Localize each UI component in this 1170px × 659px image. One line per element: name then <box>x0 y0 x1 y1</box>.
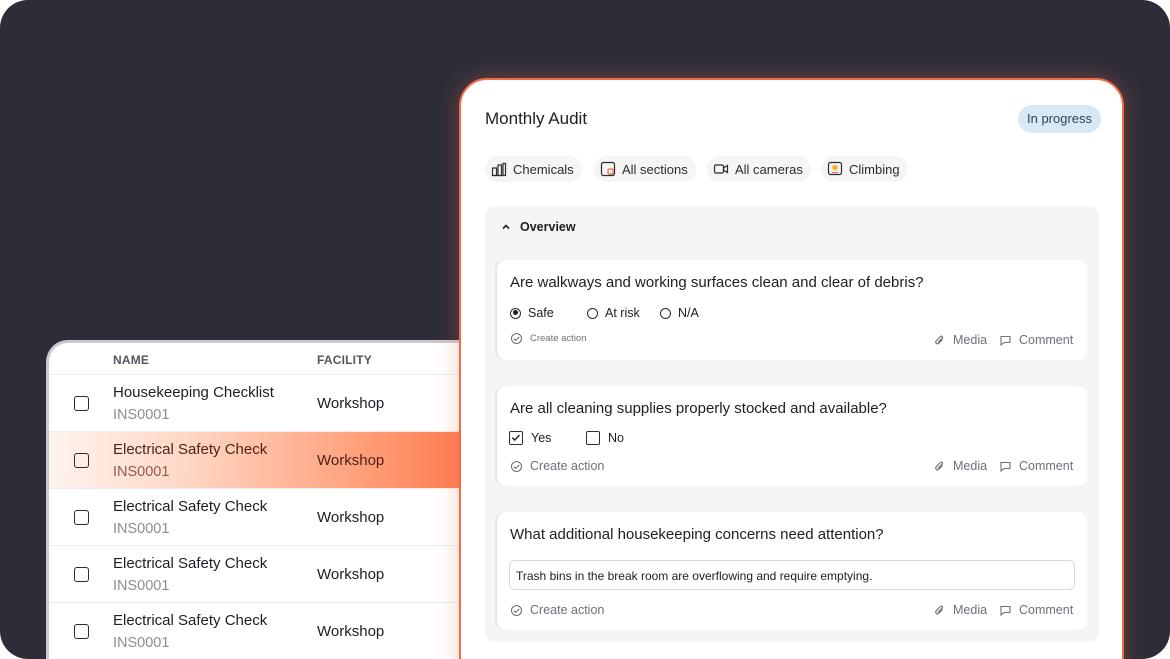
section-title: Overview <box>520 220 576 234</box>
create-action-label: Create action <box>530 459 605 473</box>
radio-safe[interactable]: Safe <box>510 306 554 320</box>
row-checkbox[interactable] <box>74 396 89 411</box>
checkbox[interactable] <box>509 431 523 445</box>
row-checkbox[interactable] <box>74 567 89 582</box>
media-label: Media <box>953 459 988 473</box>
create-action-button[interactable]: Create action <box>510 459 604 473</box>
chevron-up-icon <box>502 224 510 230</box>
question-card: Are all cleaning supplies properly stock… <box>497 386 1087 486</box>
overview-section: Overview Are walkways and working surfac… <box>485 206 1099 642</box>
option-label: Safe <box>528 306 554 320</box>
table-row[interactable]: Housekeeping Checklist INS0001 Workshop <box>49 375 506 432</box>
row-name: Electrical Safety Check <box>113 612 268 629</box>
table-row[interactable]: Electrical Safety Check INS0001 Workshop <box>49 489 506 546</box>
create-action-button[interactable]: Create action <box>510 332 587 345</box>
table-row-selected[interactable]: Electrical Safety Check INS0001 Workshop <box>49 432 506 489</box>
radio-button[interactable] <box>510 307 521 319</box>
inspections-table: NAME FACILITY Housekeeping Checklist INS… <box>46 340 506 659</box>
question-text: Are all cleaning supplies properly stock… <box>510 400 887 417</box>
option-label: Yes <box>531 431 552 445</box>
radio-na[interactable]: N/A <box>660 306 699 320</box>
row-name: Electrical Safety Check <box>113 441 268 458</box>
media-button[interactable]: Media <box>933 333 987 347</box>
row-checkbox[interactable] <box>74 453 89 468</box>
filter-chip-all-cameras[interactable]: All cameras <box>707 156 811 182</box>
checkbox-no[interactable]: No <box>586 431 624 445</box>
row-facility: Workshop <box>317 452 385 469</box>
question-card: Are walkways and working surfaces clean … <box>497 260 1087 360</box>
check-circle-icon <box>510 332 523 345</box>
option-label: At risk <box>605 306 640 320</box>
option-label: N/A <box>678 306 699 320</box>
table-row[interactable]: Electrical Safety Check INS0001 Workshop <box>49 603 506 659</box>
comment-button[interactable]: Comment <box>999 333 1073 347</box>
paperclip-icon <box>935 335 944 344</box>
sections-icon <box>600 161 616 177</box>
row-checkbox[interactable] <box>74 510 89 525</box>
media-button[interactable]: Media <box>933 459 987 473</box>
radio-button[interactable] <box>660 307 671 319</box>
audit-panel: Monthly Audit In progress Chemicals All … <box>459 78 1124 659</box>
filter-chip-chemicals[interactable]: Chemicals <box>485 156 582 182</box>
checkbox-yes[interactable]: Yes <box>509 431 551 445</box>
status-badge: In progress <box>1018 105 1102 133</box>
table-row[interactable]: Electrical Safety Check INS0001 Workshop <box>49 546 506 603</box>
response-input[interactable]: Trash bins in the break room are overflo… <box>509 560 1075 590</box>
check-circle-icon <box>510 460 523 472</box>
check-icon <box>511 434 520 442</box>
comment-button[interactable]: Comment <box>999 603 1073 617</box>
row-facility: Workshop <box>317 566 385 583</box>
row-code: INS0001 <box>113 635 170 651</box>
media-label: Media <box>953 603 988 617</box>
camera-icon <box>713 164 729 174</box>
row-checkbox[interactable] <box>74 624 89 639</box>
chemicals-icon <box>491 162 507 177</box>
comment-icon <box>1000 605 1011 616</box>
filter-chip-label: All sections <box>622 161 688 177</box>
option-label: No <box>608 431 624 445</box>
row-code: INS0001 <box>113 578 170 594</box>
filter-chip-all-sections[interactable]: All sections <box>594 156 696 182</box>
checkbox[interactable] <box>586 431 600 445</box>
row-name: Electrical Safety Check <box>113 498 268 515</box>
audit-title: Monthly Audit <box>485 109 588 128</box>
media-label: Media <box>953 333 988 347</box>
row-facility: Workshop <box>317 395 385 412</box>
comment-icon <box>1000 335 1011 346</box>
filter-chip-label: Climbing <box>849 161 900 177</box>
filter-chip-label: All cameras <box>735 161 803 177</box>
comment-icon <box>1000 461 1011 472</box>
question-card: What additional housekeeping concerns ne… <box>497 512 1087 630</box>
check-circle-icon <box>510 604 523 616</box>
column-header-name[interactable]: NAME <box>113 353 149 367</box>
column-header-facility[interactable]: FACILITY <box>317 353 372 367</box>
paperclip-icon <box>935 605 944 614</box>
row-code: INS0001 <box>113 521 170 537</box>
create-action-label: Create action <box>530 333 587 344</box>
row-name: Housekeeping Checklist <box>113 384 274 401</box>
app-backdrop: NAME FACILITY Housekeeping Checklist INS… <box>0 0 1170 659</box>
create-action-button[interactable]: Create action <box>510 603 604 617</box>
row-code: INS0001 <box>113 464 170 480</box>
create-action-label: Create action <box>530 603 605 617</box>
climbing-icon <box>827 161 843 176</box>
row-name: Electrical Safety Check <box>113 555 268 572</box>
comment-button[interactable]: Comment <box>999 459 1073 473</box>
row-code: INS0001 <box>113 407 170 423</box>
radio-at-risk[interactable]: At risk <box>587 306 640 320</box>
question-text: Are walkways and working surfaces clean … <box>510 274 924 291</box>
comment-label: Comment <box>1019 459 1074 473</box>
section-toggle[interactable]: Overview <box>500 220 576 234</box>
question-text: What additional housekeeping concerns ne… <box>510 526 884 543</box>
row-facility: Workshop <box>317 509 385 526</box>
media-button[interactable]: Media <box>933 603 987 617</box>
comment-label: Comment <box>1019 333 1074 347</box>
row-facility: Workshop <box>317 623 385 640</box>
filter-chip-label: Chemicals <box>513 161 574 177</box>
radio-button[interactable] <box>587 307 598 319</box>
filter-chip-climbing[interactable]: Climbing <box>821 156 908 182</box>
table-header: NAME FACILITY <box>49 343 506 375</box>
paperclip-icon <box>935 461 944 470</box>
comment-label: Comment <box>1019 603 1074 617</box>
